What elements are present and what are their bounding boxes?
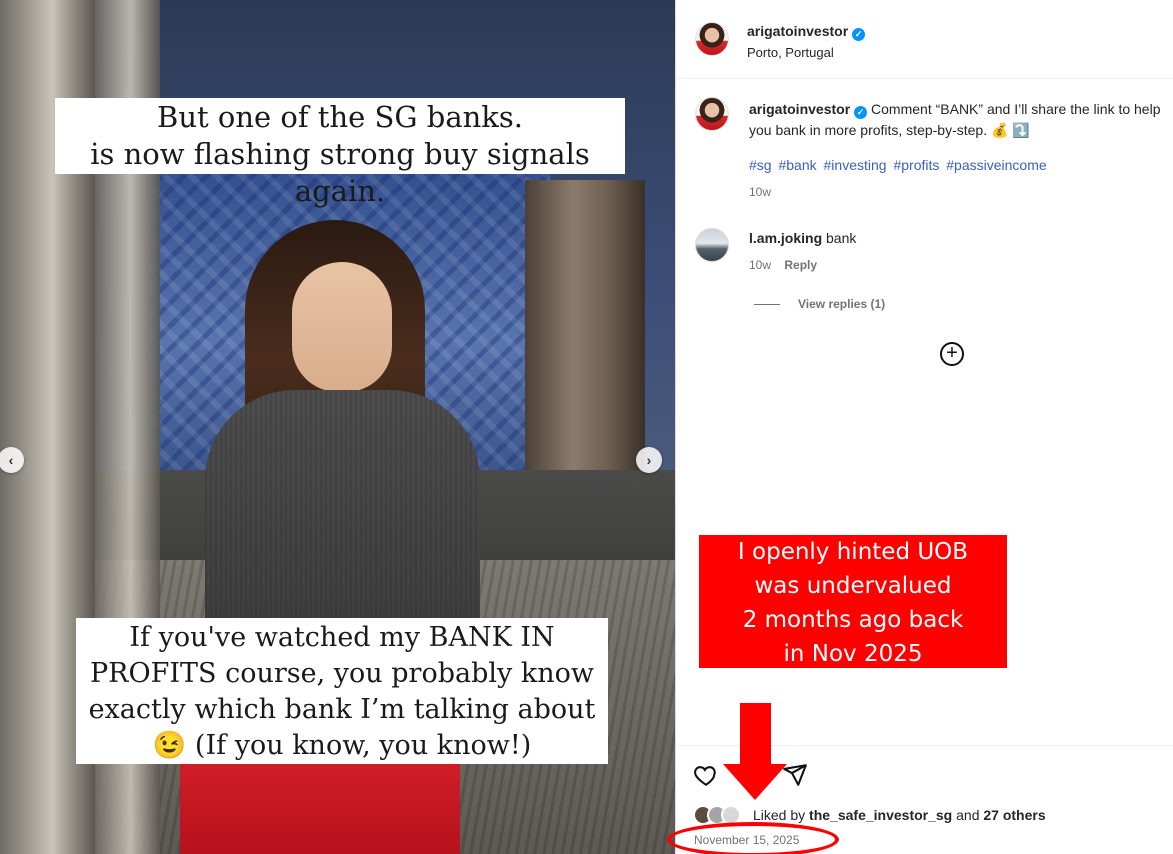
caption-timestamp[interactable]: 10w bbox=[749, 185, 771, 199]
liked-by-prefix: Liked by bbox=[753, 807, 806, 823]
chevron-left-icon: ‹ bbox=[8, 452, 14, 468]
annotation-arrow-shaft bbox=[740, 703, 771, 765]
liked-by-and: and bbox=[956, 807, 980, 823]
annotation-callout: I openly hinted UOB was undervalued 2 mo… bbox=[699, 535, 1007, 668]
carousel-next-button[interactable]: › bbox=[636, 447, 662, 473]
caption-author-avatar[interactable] bbox=[695, 97, 729, 131]
hashtag-link[interactable]: #profits bbox=[893, 157, 939, 173]
comment-body: bank bbox=[826, 230, 857, 246]
overlay-top-line: But one of the SG banks. bbox=[157, 100, 523, 134]
callout-line: was undervalued bbox=[754, 573, 952, 599]
hashtag-list: #sg #bank #investing #profits #passivein… bbox=[749, 157, 1050, 173]
caption-text: arigatoinvestor ✓ Comment “BANK” and I’ll… bbox=[749, 99, 1169, 141]
caption-username[interactable]: arigatoinvestor bbox=[749, 101, 850, 117]
liked-by-others[interactable]: 27 others bbox=[983, 807, 1045, 823]
annotation-arrow-head bbox=[723, 764, 787, 800]
verified-badge-icon: ✓ bbox=[852, 28, 866, 41]
comment-meta: 10w Reply bbox=[749, 258, 817, 272]
annotation-date-circle bbox=[667, 822, 839, 854]
verified-badge-icon: ✓ bbox=[854, 106, 868, 119]
overlay-top-line: is now flashing strong buy signals again… bbox=[90, 137, 590, 208]
comment-text: l.am.joking bank bbox=[749, 230, 856, 246]
person-face bbox=[292, 262, 392, 392]
post-location[interactable]: Porto, Portugal bbox=[747, 45, 834, 60]
overlay-bottom-line: 😉 (If you know, you know!) bbox=[152, 730, 532, 761]
hashtag-link[interactable]: #passiveincome bbox=[946, 157, 1046, 173]
commenter-avatar[interactable] bbox=[695, 228, 729, 262]
overlay-bottom-line: If you've watched my BANK IN bbox=[129, 622, 555, 653]
reply-button[interactable]: Reply bbox=[784, 258, 817, 272]
chevron-right-icon: › bbox=[646, 452, 652, 468]
author-username[interactable]: arigatoinvestor ✓ bbox=[747, 23, 866, 41]
hashtag-link[interactable]: #bank bbox=[778, 157, 816, 173]
post-header: arigatoinvestor ✓ Porto, Portugal bbox=[676, 0, 1173, 79]
plus-circle-icon[interactable]: + bbox=[940, 342, 964, 366]
callout-line: I openly hinted UOB bbox=[737, 539, 969, 565]
hashtag-link[interactable]: #investing bbox=[824, 157, 887, 173]
overlay-text-top: But one of the SG banks. is now flashing… bbox=[55, 98, 625, 208]
author-avatar[interactable] bbox=[695, 22, 729, 56]
overlay-bottom-line: PROFITS course, you probably know bbox=[90, 658, 594, 689]
author-username-text[interactable]: arigatoinvestor bbox=[747, 23, 848, 39]
view-replies-label[interactable]: View replies (1) bbox=[798, 297, 885, 311]
overlay-text-bottom: If you've watched my BANK IN PROFITS cou… bbox=[76, 618, 608, 764]
callout-line: in Nov 2025 bbox=[783, 641, 923, 667]
divider-line bbox=[754, 303, 780, 305]
comment-timestamp[interactable]: 10w bbox=[749, 258, 771, 272]
heart-icon[interactable] bbox=[693, 762, 719, 788]
view-replies-button[interactable]: View replies (1) bbox=[754, 297, 885, 311]
liked-by-user[interactable]: the_safe_investor_sg bbox=[809, 807, 952, 823]
callout-line: 2 months ago back bbox=[742, 607, 964, 633]
post-image: But one of the SG banks. is now flashing… bbox=[0, 0, 675, 854]
commenter-username[interactable]: l.am.joking bbox=[749, 230, 822, 246]
overlay-bottom-line: exactly which bank I’m talking about bbox=[88, 694, 596, 725]
hashtag-link[interactable]: #sg bbox=[749, 157, 772, 173]
stone-column-right bbox=[525, 180, 645, 510]
